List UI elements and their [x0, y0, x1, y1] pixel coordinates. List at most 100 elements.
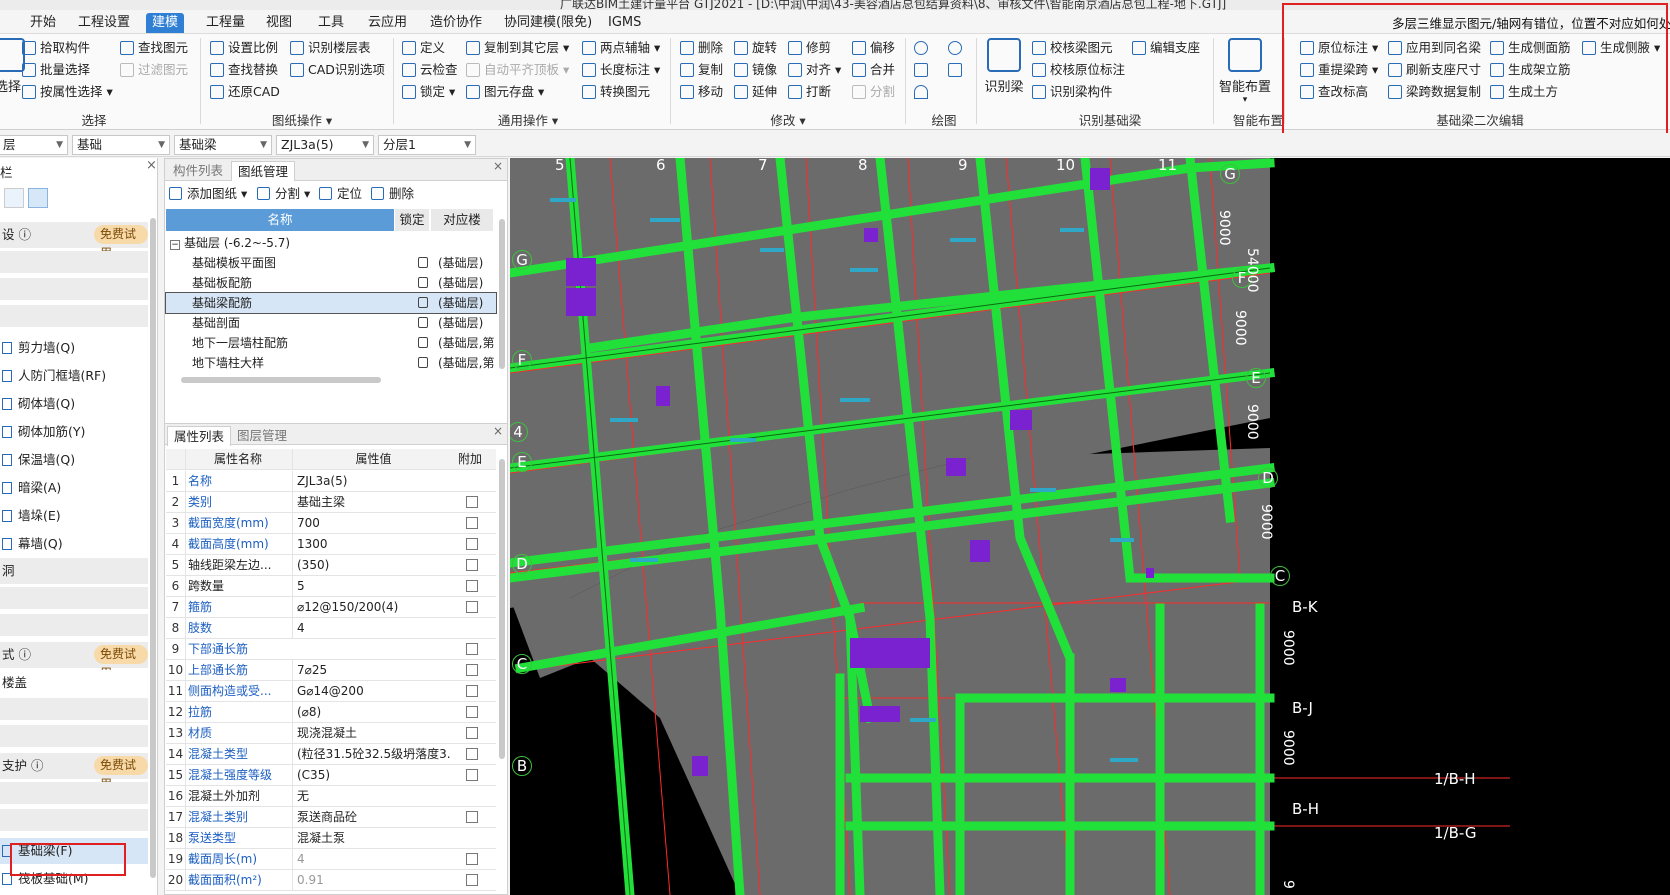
prop-row[interactable]: 12 拉筋 (⌀8) [166, 702, 496, 723]
delete-button[interactable]: 删除 [678, 38, 723, 58]
save-element-button[interactable]: 图元存盘 ▾ [464, 82, 544, 102]
prop-extra-checkbox[interactable] [466, 769, 478, 781]
in-situ-annotation-button[interactable]: 原位标注 ▾ [1298, 38, 1378, 58]
tab-component-list[interactable]: 构件列表 [167, 161, 229, 181]
drawing-row[interactable]: 基础板配筋 (基础层) [166, 273, 496, 293]
mirror-button[interactable]: 镜像 [732, 60, 777, 80]
drawing-row[interactable]: 地下一层墙柱配筋 (基础层,第 [166, 333, 496, 353]
drawing-group-row[interactable]: − 基础层 (-6.2~-5.7) [166, 233, 496, 253]
gen-earthwork-button[interactable]: 生成土方 [1488, 82, 1558, 102]
prop-value[interactable]: 0.91 [292, 870, 450, 890]
draw-line-button[interactable] [912, 60, 928, 80]
nav-masonry-wall[interactable]: 砌体墙(Q) [0, 391, 148, 417]
prop-value[interactable]: (C35) [292, 765, 450, 785]
align-button[interactable]: 对齐 ▾ [786, 60, 841, 80]
prop-extra-checkbox[interactable] [466, 706, 478, 718]
prop-row[interactable]: 11 侧面构造或受... G⌀14@200 [166, 681, 496, 702]
menu-view[interactable]: 视图 [260, 13, 298, 33]
prop-value[interactable]: 4 [292, 849, 450, 869]
prop-value[interactable]: (350) [292, 555, 450, 575]
split-drawing-button[interactable]: 分割 ▾ [257, 183, 310, 205]
prop-value[interactable]: 7⌀25 [292, 660, 450, 680]
detail-view-icon[interactable] [28, 188, 48, 208]
prop-extra-checkbox[interactable] [466, 601, 478, 613]
section-floor-cover[interactable]: 楼盖 [0, 670, 148, 696]
prop-row[interactable]: 18 泵送类型 混凝土泵 [166, 828, 496, 849]
nav-insulation-wall[interactable]: 保温墙(Q) [0, 447, 148, 473]
prop-value[interactable]: 混凝土泵 [292, 828, 450, 848]
nav-civil-defense-wall[interactable]: 人防门框墙(RF) [0, 363, 148, 389]
filter-element-button[interactable]: 过滤图元 [118, 60, 188, 80]
define-button[interactable]: 定义 [400, 38, 445, 58]
offset-button[interactable]: 偏移 [850, 38, 895, 58]
menu-cost-collab[interactable]: 造价协作 [424, 13, 488, 33]
help-hint-link[interactable]: 多层三维显示图元/轴网有错位，位置不对应如何处理 [1392, 13, 1670, 32]
nav-wall-pier[interactable]: 墙垛(E) [0, 503, 148, 529]
apply-same-beam-button[interactable]: 应用到同名梁 [1386, 38, 1481, 58]
add-drawing-button[interactable]: 添加图纸 ▾ [169, 183, 247, 205]
nav-curtain-wall[interactable]: 幕墙(Q) [0, 531, 148, 557]
prop-row[interactable]: 19 截面周长(m) 4 [166, 849, 496, 870]
draw-rect-button[interactable] [946, 60, 962, 80]
tab-property-list[interactable]: 属性列表 [167, 426, 232, 446]
prop-value[interactable]: 无 [292, 786, 450, 806]
extend-button[interactable]: 延伸 [732, 82, 777, 102]
length-dimension-button[interactable]: 长度标注 ▾ [580, 60, 660, 80]
select-by-attr-button[interactable]: 按属性选择 ▾ [20, 82, 113, 102]
smart-layout-button[interactable]: 智能布置 ▾ [1215, 38, 1275, 105]
set-scale-button[interactable]: 设置比例 [208, 38, 278, 58]
find-replace-button[interactable]: 查找替换 [208, 60, 278, 80]
auto-align-slab-button[interactable]: 自动平齐顶板 ▾ [464, 60, 569, 80]
copy-to-floor-button[interactable]: 复制到其它层 ▾ [464, 38, 569, 58]
prop-row[interactable]: 1 名称 ZJL3a(5) [166, 471, 496, 492]
lock-icon[interactable] [418, 357, 428, 368]
cad-options-button[interactable]: CAD识别选项 [288, 60, 385, 80]
prop-value[interactable]: 1300 [292, 534, 450, 554]
prop-row[interactable]: 17 混凝土类别 泵送商品砼 [166, 807, 496, 828]
drawing-row-selected[interactable]: 基础梁配筋 (基础层) [165, 292, 497, 314]
close-icon[interactable]: × [493, 159, 503, 173]
prop-extra-checkbox[interactable] [466, 496, 478, 508]
identify-beam-button[interactable]: 识别梁 [974, 38, 1034, 95]
cad-canvas[interactable]: 5 6 7 8 9 10 11 G F E D C B-K B-J 1/B-H … [510, 158, 1670, 895]
prop-row[interactable]: 10 上部通长筋 7⌀25 [166, 660, 496, 681]
tab-layer-management[interactable]: 图层管理 [231, 426, 293, 446]
draw-arc-button[interactable] [912, 82, 928, 102]
copy-button[interactable]: 复制 [678, 60, 723, 80]
drawing-row[interactable]: 地下墙柱大样 (基础层,第 [166, 353, 496, 373]
menu-tools[interactable]: 工具 [312, 13, 350, 33]
prop-row[interactable]: 3 截面宽度(mm) 700 [166, 513, 496, 534]
section-header-2[interactable]: 式 ⓘ免费试用 [0, 642, 148, 680]
copy-span-data-button[interactable]: 梁跨数据复制 [1386, 82, 1481, 102]
convert-element-button[interactable]: 转换图元 [580, 82, 650, 102]
identify-floor-table-button[interactable]: 识别楼层表 [288, 38, 371, 58]
prop-value[interactable]: 4 [292, 618, 450, 638]
prop-row[interactable]: 15 混凝土强度等级 (C35) [166, 765, 496, 786]
prop-row[interactable]: 9 下部通长筋 [166, 639, 496, 660]
gen-side-bar-button[interactable]: 生成侧面筋 [1488, 38, 1571, 58]
close-icon[interactable]: × [146, 158, 157, 173]
menu-modeling[interactable]: 建模 [146, 13, 185, 33]
floor-select[interactable]: 基础 ▼ [72, 135, 170, 155]
prop-value[interactable]: ⌀12@150/200(4) [292, 597, 450, 617]
prop-row[interactable]: 4 截面高度(mm) 1300 [166, 534, 496, 555]
prop-extra-checkbox[interactable] [466, 685, 478, 697]
menu-collab-model[interactable]: 协同建模(限免) [498, 13, 598, 33]
re-extract-span-button[interactable]: 重提梁跨 ▾ [1298, 60, 1378, 80]
close-icon[interactable]: × [493, 424, 503, 438]
layer-select[interactable]: 分层1 ▼ [378, 135, 476, 155]
section-header-3[interactable]: 支护 ⓘ免费试用 [0, 753, 148, 791]
prop-extra-checkbox[interactable] [466, 559, 478, 571]
prop-extra-checkbox[interactable] [466, 811, 478, 823]
refresh-support-button[interactable]: 刷新支座尺寸 [1386, 60, 1481, 80]
prop-value[interactable]: 基础主梁 [292, 492, 450, 512]
prop-row[interactable]: 6 跨数量 5 [166, 576, 496, 597]
nav-scrollbar[interactable] [150, 218, 156, 878]
prop-value[interactable]: 现浇混凝土 [292, 723, 450, 743]
prop-value[interactable]: (粒径31.5砼32.5级坍落度3... [292, 744, 450, 764]
edit-elevation-button[interactable]: 查改标高 [1298, 82, 1368, 102]
break-button[interactable]: 打断 [786, 82, 831, 102]
delete-drawing-button[interactable]: 删除 [371, 183, 414, 205]
menu-start[interactable]: 开始 [24, 13, 62, 33]
prop-extra-checkbox[interactable] [466, 853, 478, 865]
